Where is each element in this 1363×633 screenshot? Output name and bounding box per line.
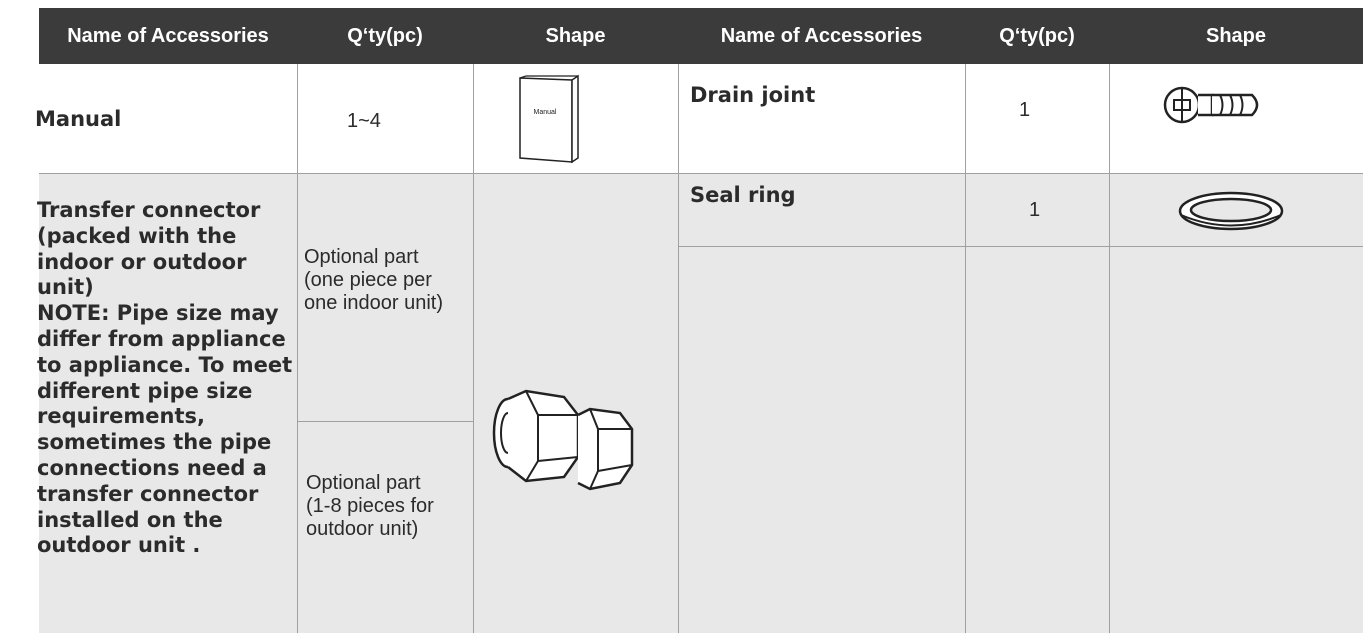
transfer-connector-icon bbox=[492, 389, 634, 491]
accessory-name-transfer-connector: Transfer connector (packed with the indo… bbox=[37, 198, 293, 558]
accessory-name-drain-joint: Drain joint bbox=[690, 83, 816, 107]
grid-line bbox=[39, 173, 1363, 174]
grid-line bbox=[678, 246, 1363, 247]
header-name-right: Name of Accessories bbox=[720, 24, 923, 47]
drain-joint-icon bbox=[1163, 86, 1259, 124]
accessory-name-manual: Manual bbox=[35, 107, 122, 131]
header-qty-right: Q‘ty(pc) bbox=[999, 24, 1075, 47]
header-name-left: Name of Accessories bbox=[67, 24, 269, 47]
qty-transfer-connector-indoor: Optional part (one piece per one indoor … bbox=[304, 246, 443, 314]
grid-line bbox=[1109, 64, 1110, 633]
header-shape-right: Shape bbox=[1205, 24, 1267, 47]
qty-manual: 1~4 bbox=[347, 110, 381, 132]
grid-line bbox=[297, 421, 473, 422]
manual-booklet-label: Manual bbox=[534, 109, 557, 116]
grid-line bbox=[965, 64, 966, 633]
manual-booklet-icon: Manual bbox=[519, 74, 579, 164]
qty-drain-joint: 1 bbox=[1019, 99, 1031, 121]
qty-seal-ring: 1 bbox=[1029, 199, 1041, 221]
grid-line bbox=[473, 64, 474, 633]
accessory-name-seal-ring: Seal ring bbox=[690, 183, 796, 207]
header-qty-left: Q‘ty(pc) bbox=[347, 24, 423, 47]
header-shape-left: Shape bbox=[545, 24, 606, 47]
qty-transfer-connector-outdoor: Optional part (1-8 pieces for outdoor un… bbox=[306, 472, 434, 540]
grid-line bbox=[678, 64, 679, 633]
grid-line bbox=[297, 64, 298, 633]
seal-ring-icon bbox=[1178, 191, 1284, 231]
